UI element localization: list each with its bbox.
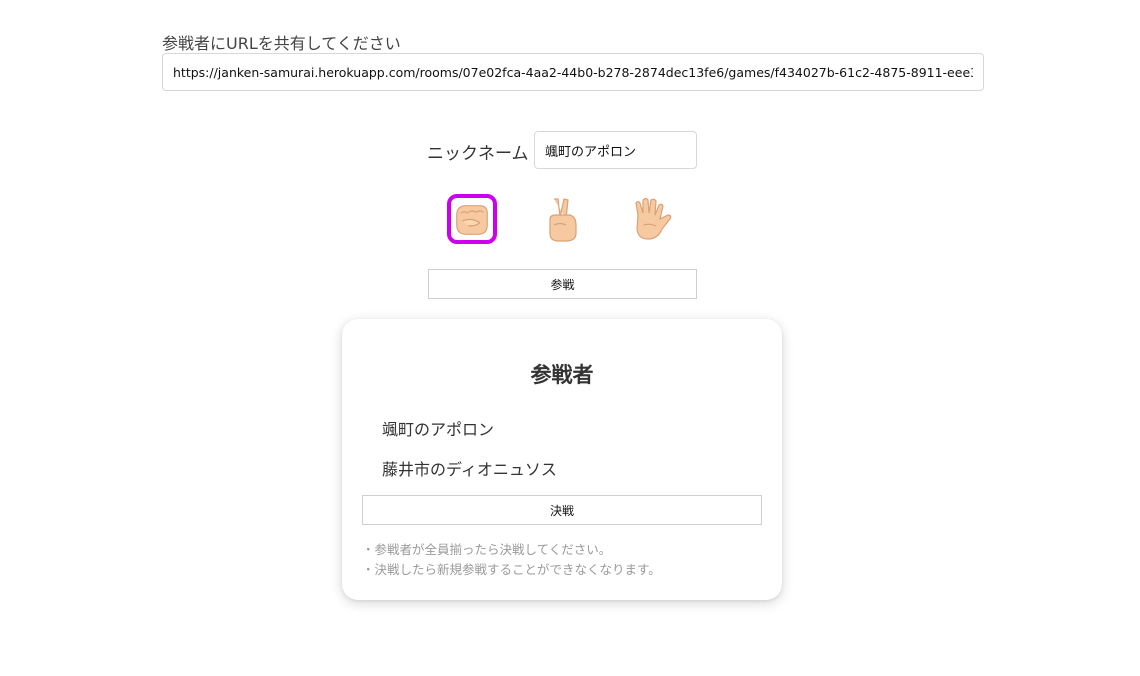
rock-button[interactable]	[447, 194, 497, 244]
note-line: ・決戦したら新規参戦することができなくなります。	[362, 562, 661, 577]
paper-button[interactable]	[626, 194, 676, 244]
rock-hand-icon	[456, 205, 488, 235]
nickname-label: ニックネーム	[427, 144, 529, 164]
join-button[interactable]: 参戦	[428, 269, 697, 299]
nickname-input[interactable]	[534, 131, 697, 169]
scissors-hand-icon	[549, 198, 577, 242]
participants-title: 参戦者	[530, 363, 594, 387]
scissors-button[interactable]	[537, 194, 587, 244]
note-line: ・参戦者が全員揃ったら決戦してください。	[362, 542, 612, 557]
paper-hand-icon	[635, 197, 672, 240]
share-url-label: 参戦者にURLを共有してください	[162, 34, 401, 53]
participant-item: 藤井市のディオニュソス	[382, 460, 557, 479]
battle-button[interactable]: 決戦	[362, 495, 762, 525]
notes: ・参戦者が全員揃ったら決戦してください。 ・決戦したら新規参戦することができなく…	[362, 540, 661, 580]
share-url-field[interactable]	[162, 53, 984, 91]
participant-item: 颯町のアポロン	[382, 420, 495, 439]
participants-card: 参戦者 颯町のアポロン 藤井市のディオニュソス 決戦 ・参戦者が全員揃ったら決戦…	[342, 319, 782, 600]
nickname-row: ニックネーム	[0, 131, 1140, 169]
